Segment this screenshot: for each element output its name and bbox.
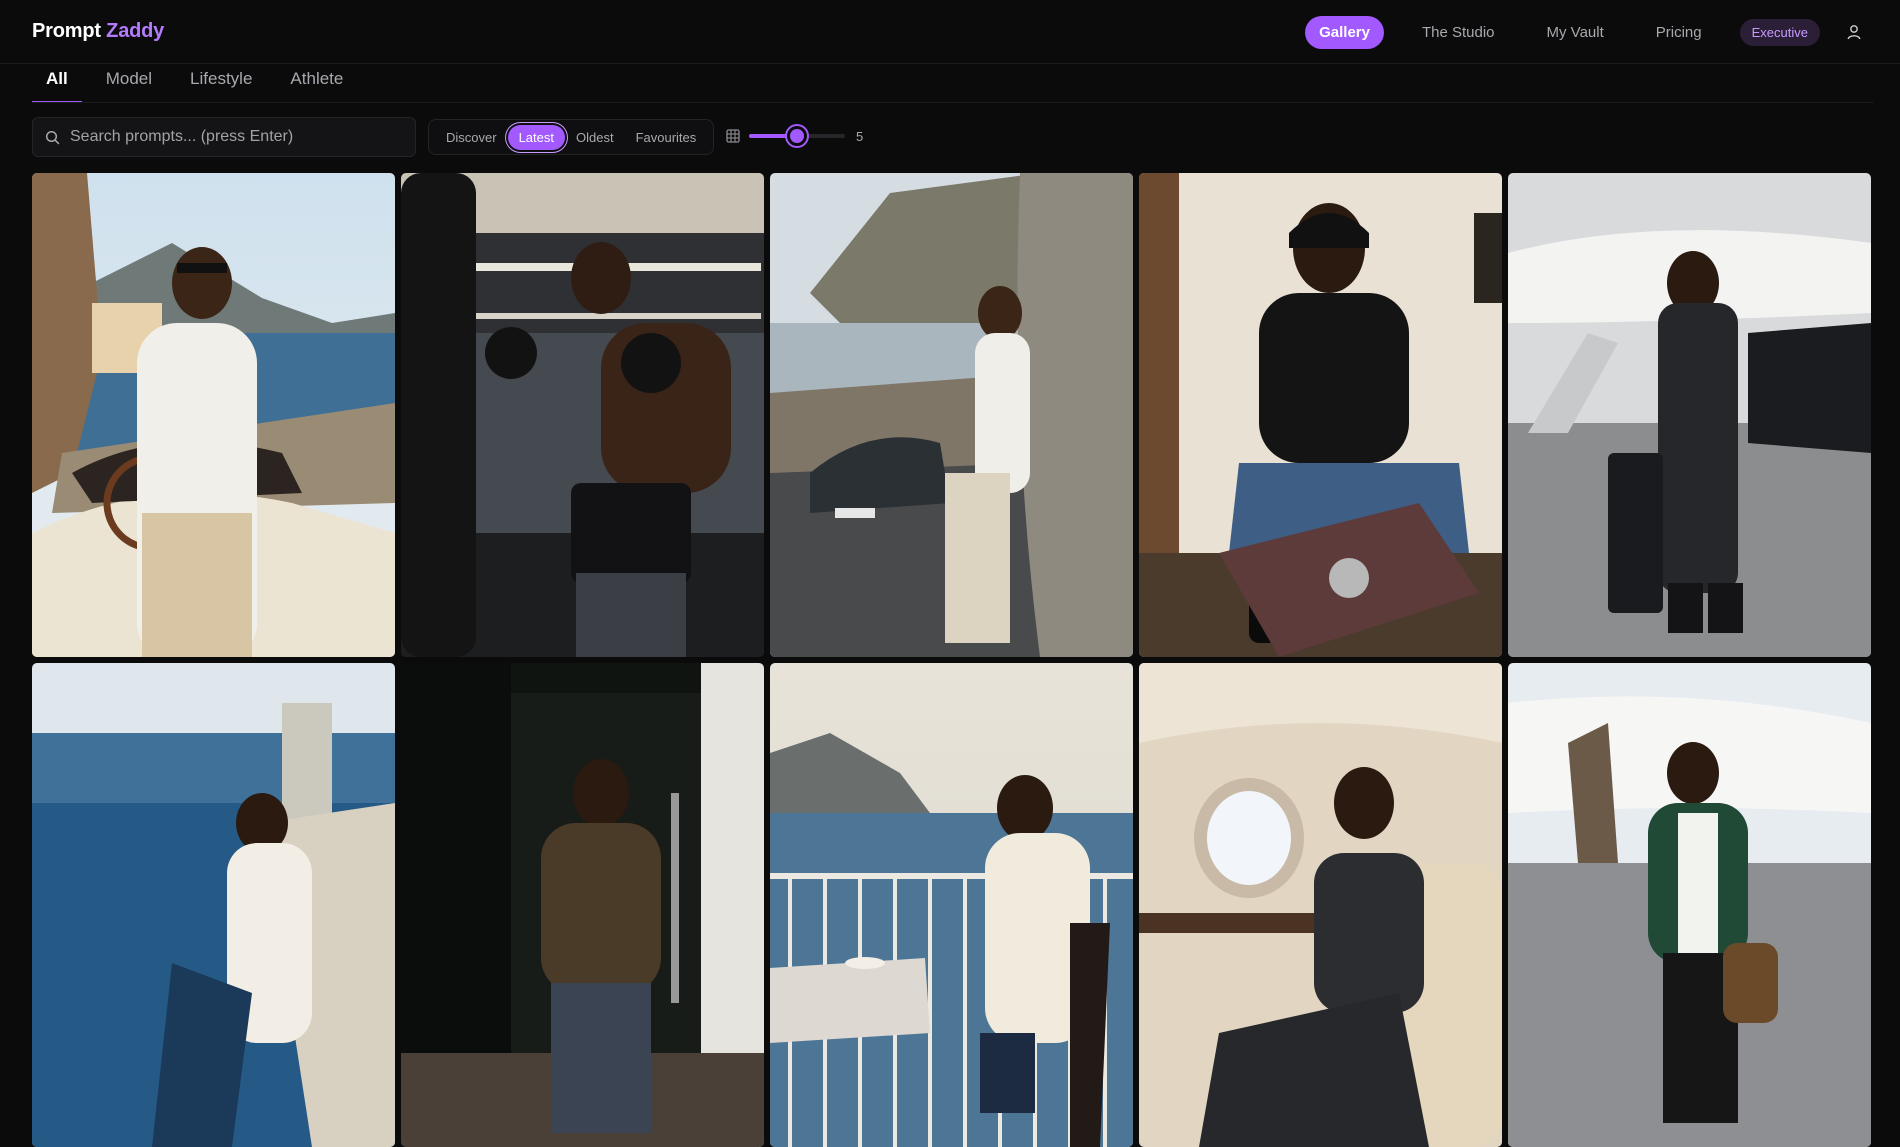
brand-name-part1: Prompt: [32, 20, 101, 42]
tab-model[interactable]: Model: [102, 64, 156, 103]
nav-gallery[interactable]: Gallery: [1305, 15, 1384, 49]
main-nav: Gallery The Studio My Vault Pricing Exec…: [1281, 0, 1900, 64]
slider-thumb[interactable]: [787, 126, 807, 146]
tab-lifestyle[interactable]: Lifestyle: [186, 64, 256, 103]
balcony-breakfast-photo: [770, 663, 1133, 1147]
sort-latest-button[interactable]: Latest: [507, 124, 565, 150]
tab-athlete[interactable]: Athlete: [286, 64, 347, 103]
boxing-gym-photo: [401, 173, 764, 657]
tabs-divider: [32, 102, 1874, 103]
jet-cabin-photo: [1139, 663, 1502, 1147]
search-box[interactable]: [32, 117, 416, 157]
gallery-card[interactable]: [1139, 663, 1502, 1147]
search-input[interactable]: [70, 128, 415, 146]
gallery-card[interactable]: [770, 173, 1133, 657]
nav-pricing[interactable]: Pricing: [1642, 16, 1716, 49]
infinity-pool-photo: [32, 663, 395, 1147]
sort-favourites-button[interactable]: Favourites: [625, 125, 708, 150]
top-bar: Prompt Zaddy Gallery The Studio My Vault…: [0, 0, 1900, 64]
gallery-card[interactable]: [770, 663, 1133, 1147]
sort-discover-button[interactable]: Discover: [435, 125, 508, 150]
gallery-card[interactable]: [401, 173, 764, 657]
nav-my-vault[interactable]: My Vault: [1533, 16, 1618, 49]
columns-slider[interactable]: [749, 126, 845, 146]
category-tabs: All Model Lifestyle Athlete: [32, 64, 377, 103]
gallery-card[interactable]: [1508, 663, 1871, 1147]
columns-value: 5: [856, 129, 864, 144]
doorway-overcoat-photo: [401, 663, 764, 1147]
coastal-convertible-photo: [32, 173, 395, 657]
image-gallery: [32, 173, 1874, 1147]
nav-the-studio[interactable]: The Studio: [1408, 16, 1509, 49]
hotel-watch-tray-photo: [1139, 173, 1502, 657]
gallery-card[interactable]: [401, 663, 764, 1147]
brand-logo[interactable]: Prompt Zaddy: [32, 20, 164, 43]
gallery-card[interactable]: [32, 173, 395, 657]
sort-group: Discover Latest Oldest Favourites: [428, 119, 715, 155]
plan-badge: Executive: [1739, 18, 1820, 46]
gallery-card[interactable]: [1508, 173, 1871, 657]
sort-oldest-button[interactable]: Oldest: [565, 125, 625, 150]
search-icon: [45, 130, 60, 144]
brand-name-part2: Zaddy: [106, 20, 165, 42]
user-icon[interactable]: [1846, 24, 1862, 40]
gallery-card[interactable]: [1139, 173, 1502, 657]
tab-all[interactable]: All: [32, 64, 82, 103]
grid-icon: [726, 129, 740, 143]
jet-tarmac-luggage-photo: [1508, 173, 1871, 657]
gallery-card[interactable]: [32, 663, 395, 1147]
cliffside-porsche-photo: [770, 173, 1133, 657]
jet-runway-walk-photo: [1508, 663, 1871, 1147]
